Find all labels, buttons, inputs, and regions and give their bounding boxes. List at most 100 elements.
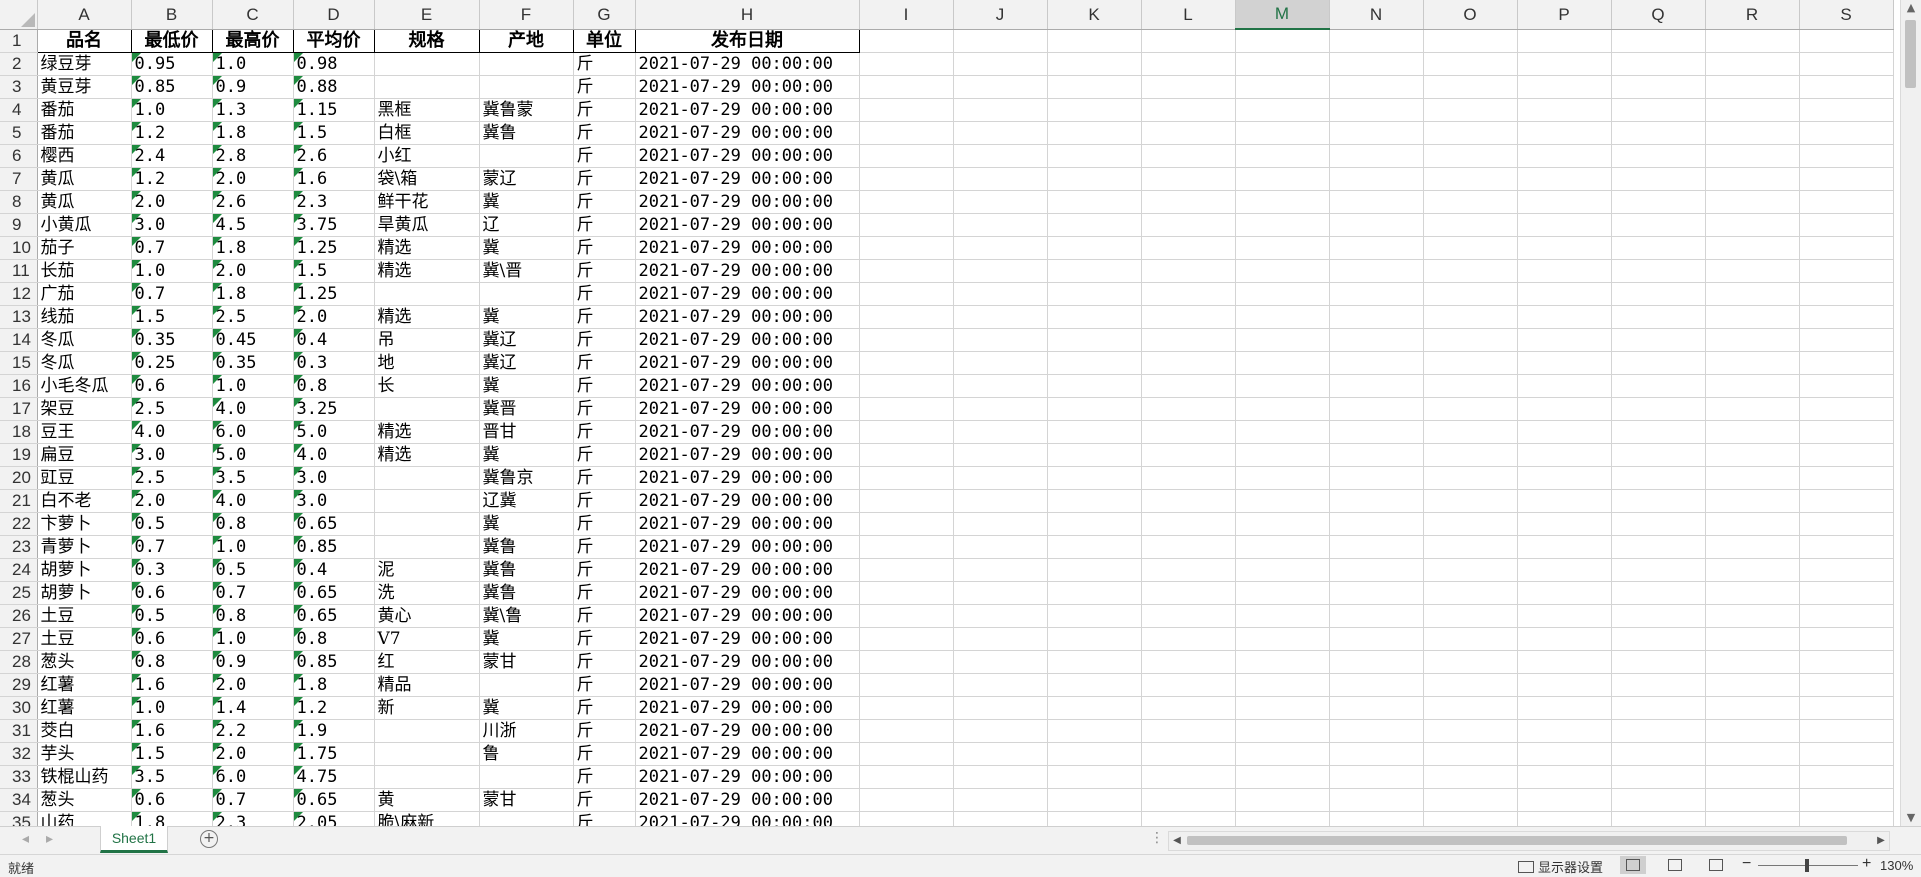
- empty-cell[interactable]: [1423, 98, 1518, 122]
- data-cell[interactable]: 2021-07-29 00:00:00: [635, 604, 860, 628]
- empty-cell[interactable]: [953, 75, 1048, 99]
- data-cell[interactable]: 冀鲁蒙: [479, 98, 574, 122]
- empty-cell[interactable]: [1799, 719, 1894, 743]
- empty-cell[interactable]: [1611, 75, 1706, 99]
- row-header[interactable]: 6: [0, 144, 38, 168]
- data-cell[interactable]: 2.0: [212, 673, 294, 697]
- empty-cell[interactable]: [953, 673, 1048, 697]
- empty-cell[interactable]: [1611, 443, 1706, 467]
- data-cell[interactable]: 泥: [374, 558, 480, 582]
- empty-cell[interactable]: [1517, 512, 1612, 536]
- data-cell[interactable]: 3.5: [212, 466, 294, 490]
- data-cell[interactable]: 冀: [479, 190, 574, 214]
- data-cell[interactable]: 2021-07-29 00:00:00: [635, 466, 860, 490]
- data-cell[interactable]: 6.0: [212, 420, 294, 444]
- column-header[interactable]: I: [859, 0, 954, 30]
- data-cell[interactable]: 洗: [374, 581, 480, 605]
- data-cell[interactable]: 冀\鲁: [479, 604, 574, 628]
- data-cell[interactable]: 1.5: [293, 259, 375, 283]
- data-cell[interactable]: 斤: [573, 397, 636, 421]
- empty-cell[interactable]: [1329, 282, 1424, 306]
- empty-cell[interactable]: [1047, 627, 1142, 651]
- empty-cell[interactable]: [953, 374, 1048, 398]
- empty-cell[interactable]: [953, 52, 1048, 76]
- empty-cell[interactable]: [1799, 144, 1894, 168]
- data-cell[interactable]: 小黄瓜: [37, 213, 132, 237]
- empty-cell[interactable]: [859, 52, 954, 76]
- empty-cell[interactable]: [1047, 328, 1142, 352]
- row-header[interactable]: 8: [0, 190, 38, 214]
- data-cell[interactable]: 1.5: [131, 742, 213, 766]
- data-cell[interactable]: 3.0: [293, 466, 375, 490]
- data-cell[interactable]: 1.8: [212, 236, 294, 260]
- empty-cell[interactable]: [1611, 535, 1706, 559]
- empty-cell[interactable]: [1047, 374, 1142, 398]
- empty-cell[interactable]: [1705, 144, 1800, 168]
- data-cell[interactable]: 斤: [573, 190, 636, 214]
- empty-cell[interactable]: [1799, 259, 1894, 283]
- empty-cell[interactable]: [953, 167, 1048, 191]
- data-cell[interactable]: 2021-07-29 00:00:00: [635, 489, 860, 513]
- data-cell[interactable]: 0.7: [131, 282, 213, 306]
- empty-cell[interactable]: [859, 167, 954, 191]
- row-header[interactable]: 1: [0, 29, 38, 53]
- row-header[interactable]: 15: [0, 351, 38, 375]
- data-cell[interactable]: 冀: [479, 512, 574, 536]
- empty-cell[interactable]: [953, 213, 1048, 237]
- data-cell[interactable]: 架豆: [37, 397, 132, 421]
- empty-cell[interactable]: [1235, 282, 1330, 306]
- empty-cell[interactable]: [1705, 788, 1800, 812]
- empty-cell[interactable]: [1423, 351, 1518, 375]
- empty-cell[interactable]: [1047, 29, 1142, 53]
- empty-cell[interactable]: [1047, 742, 1142, 766]
- data-cell[interactable]: 脆\麻新: [374, 811, 480, 826]
- empty-cell[interactable]: [1047, 466, 1142, 490]
- data-cell[interactable]: 冀: [479, 236, 574, 260]
- empty-cell[interactable]: [1705, 282, 1800, 306]
- horizontal-scrollbar[interactable]: ◀ ▶: [1168, 831, 1890, 851]
- empty-cell[interactable]: [1423, 282, 1518, 306]
- data-cell[interactable]: 青萝卜: [37, 535, 132, 559]
- empty-cell[interactable]: [1705, 696, 1800, 720]
- empty-cell[interactable]: [1517, 466, 1612, 490]
- row-header[interactable]: 13: [0, 305, 38, 329]
- empty-cell[interactable]: [1141, 351, 1236, 375]
- data-cell[interactable]: 番茄: [37, 98, 132, 122]
- data-cell[interactable]: 1.3: [212, 98, 294, 122]
- empty-cell[interactable]: [1705, 190, 1800, 214]
- empty-cell[interactable]: [1329, 75, 1424, 99]
- empty-cell[interactable]: [953, 259, 1048, 283]
- empty-cell[interactable]: [1235, 558, 1330, 582]
- data-cell[interactable]: 精选: [374, 305, 480, 329]
- empty-cell[interactable]: [859, 604, 954, 628]
- empty-cell[interactable]: [1047, 719, 1142, 743]
- empty-cell[interactable]: [1047, 144, 1142, 168]
- empty-cell[interactable]: [859, 29, 954, 53]
- empty-cell[interactable]: [1705, 719, 1800, 743]
- empty-cell[interactable]: [1799, 581, 1894, 605]
- empty-cell[interactable]: [1517, 788, 1612, 812]
- empty-cell[interactable]: [1047, 259, 1142, 283]
- column-header[interactable]: M: [1235, 0, 1330, 30]
- empty-cell[interactable]: [1705, 811, 1800, 826]
- empty-cell[interactable]: [1611, 213, 1706, 237]
- empty-cell[interactable]: [1141, 144, 1236, 168]
- empty-cell[interactable]: [953, 190, 1048, 214]
- empty-cell[interactable]: [953, 627, 1048, 651]
- empty-cell[interactable]: [1141, 190, 1236, 214]
- data-cell[interactable]: 斤: [573, 443, 636, 467]
- column-header[interactable]: R: [1705, 0, 1800, 30]
- empty-cell[interactable]: [1517, 558, 1612, 582]
- empty-cell[interactable]: [1235, 443, 1330, 467]
- scroll-left-icon[interactable]: ◀: [1169, 832, 1185, 850]
- empty-cell[interactable]: [1329, 328, 1424, 352]
- data-cell[interactable]: 葱头: [37, 788, 132, 812]
- empty-cell[interactable]: [1611, 236, 1706, 260]
- column-header[interactable]: A: [37, 0, 132, 30]
- data-cell[interactable]: 冀鲁: [479, 535, 574, 559]
- data-cell[interactable]: 2.0: [212, 259, 294, 283]
- column-header[interactable]: N: [1329, 0, 1424, 30]
- data-cell[interactable]: 1.0: [131, 696, 213, 720]
- data-cell[interactable]: 2.5: [212, 305, 294, 329]
- empty-cell[interactable]: [1329, 627, 1424, 651]
